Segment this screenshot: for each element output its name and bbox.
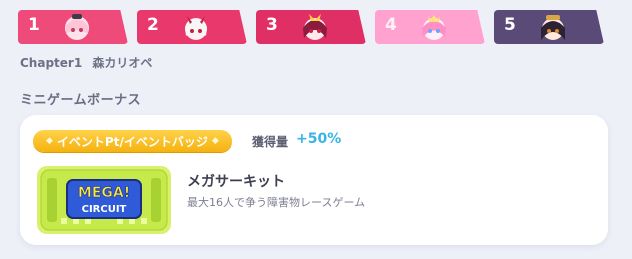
chapter-tab-number: 3 <box>266 15 278 35</box>
chapter-label: Chapter1 <box>20 56 83 70</box>
character-avatar-icon <box>541 15 565 40</box>
badge-label: イベントPt/イベントバッジ <box>56 134 208 149</box>
chapter-tab-3[interactable]: 3 <box>256 10 366 44</box>
chapter-tab-number: 1 <box>28 15 40 35</box>
diamond-icon: ◆ <box>46 136 53 146</box>
chapter-tab-number: 2 <box>147 15 159 35</box>
chapter-tab-1[interactable]: 1 <box>18 10 128 44</box>
section-title: ミニゲームボーナス <box>20 93 142 108</box>
character-avatar-icon <box>422 15 446 40</box>
game-description: 最大16人で争う障害物レースゲーム <box>187 196 366 209</box>
game-name: メガサーキット <box>187 174 285 190</box>
minigame-bonus-card: ◆ イベントPt/イベントバッジ ◆ 獲得量 +50% MEGA! CIRCUI… <box>20 115 608 245</box>
chapter-heading: Chapter1 森カリオペ <box>20 54 158 71</box>
chapter-tabs: 1 2 3 4 5 <box>18 10 618 44</box>
logo-text-bottom: CIRCUIT <box>82 204 127 215</box>
diamond-icon: ◆ <box>211 136 219 146</box>
character-avatar-icon <box>185 16 207 40</box>
chapter-character-name: 森カリオペ <box>92 56 153 70</box>
chapter-tab-5[interactable]: 5 <box>494 10 604 44</box>
gain-value: +50% <box>296 131 342 147</box>
chapter-tab-4[interactable]: 4 <box>375 10 485 44</box>
character-avatar-icon <box>303 14 327 40</box>
chapter-tab-number: 4 <box>385 15 397 35</box>
mega-circuit-logo: MEGA! CIRCUIT <box>37 166 171 234</box>
character-avatar-icon <box>65 14 89 40</box>
logo-text-top: MEGA! <box>78 185 130 201</box>
gain-label: 獲得量 <box>252 135 289 149</box>
chapter-tab-number: 5 <box>504 15 516 35</box>
event-bonus-badge: ◆ イベントPt/イベントバッジ ◆ <box>33 130 232 152</box>
chapter-tab-2[interactable]: 2 <box>137 10 247 44</box>
